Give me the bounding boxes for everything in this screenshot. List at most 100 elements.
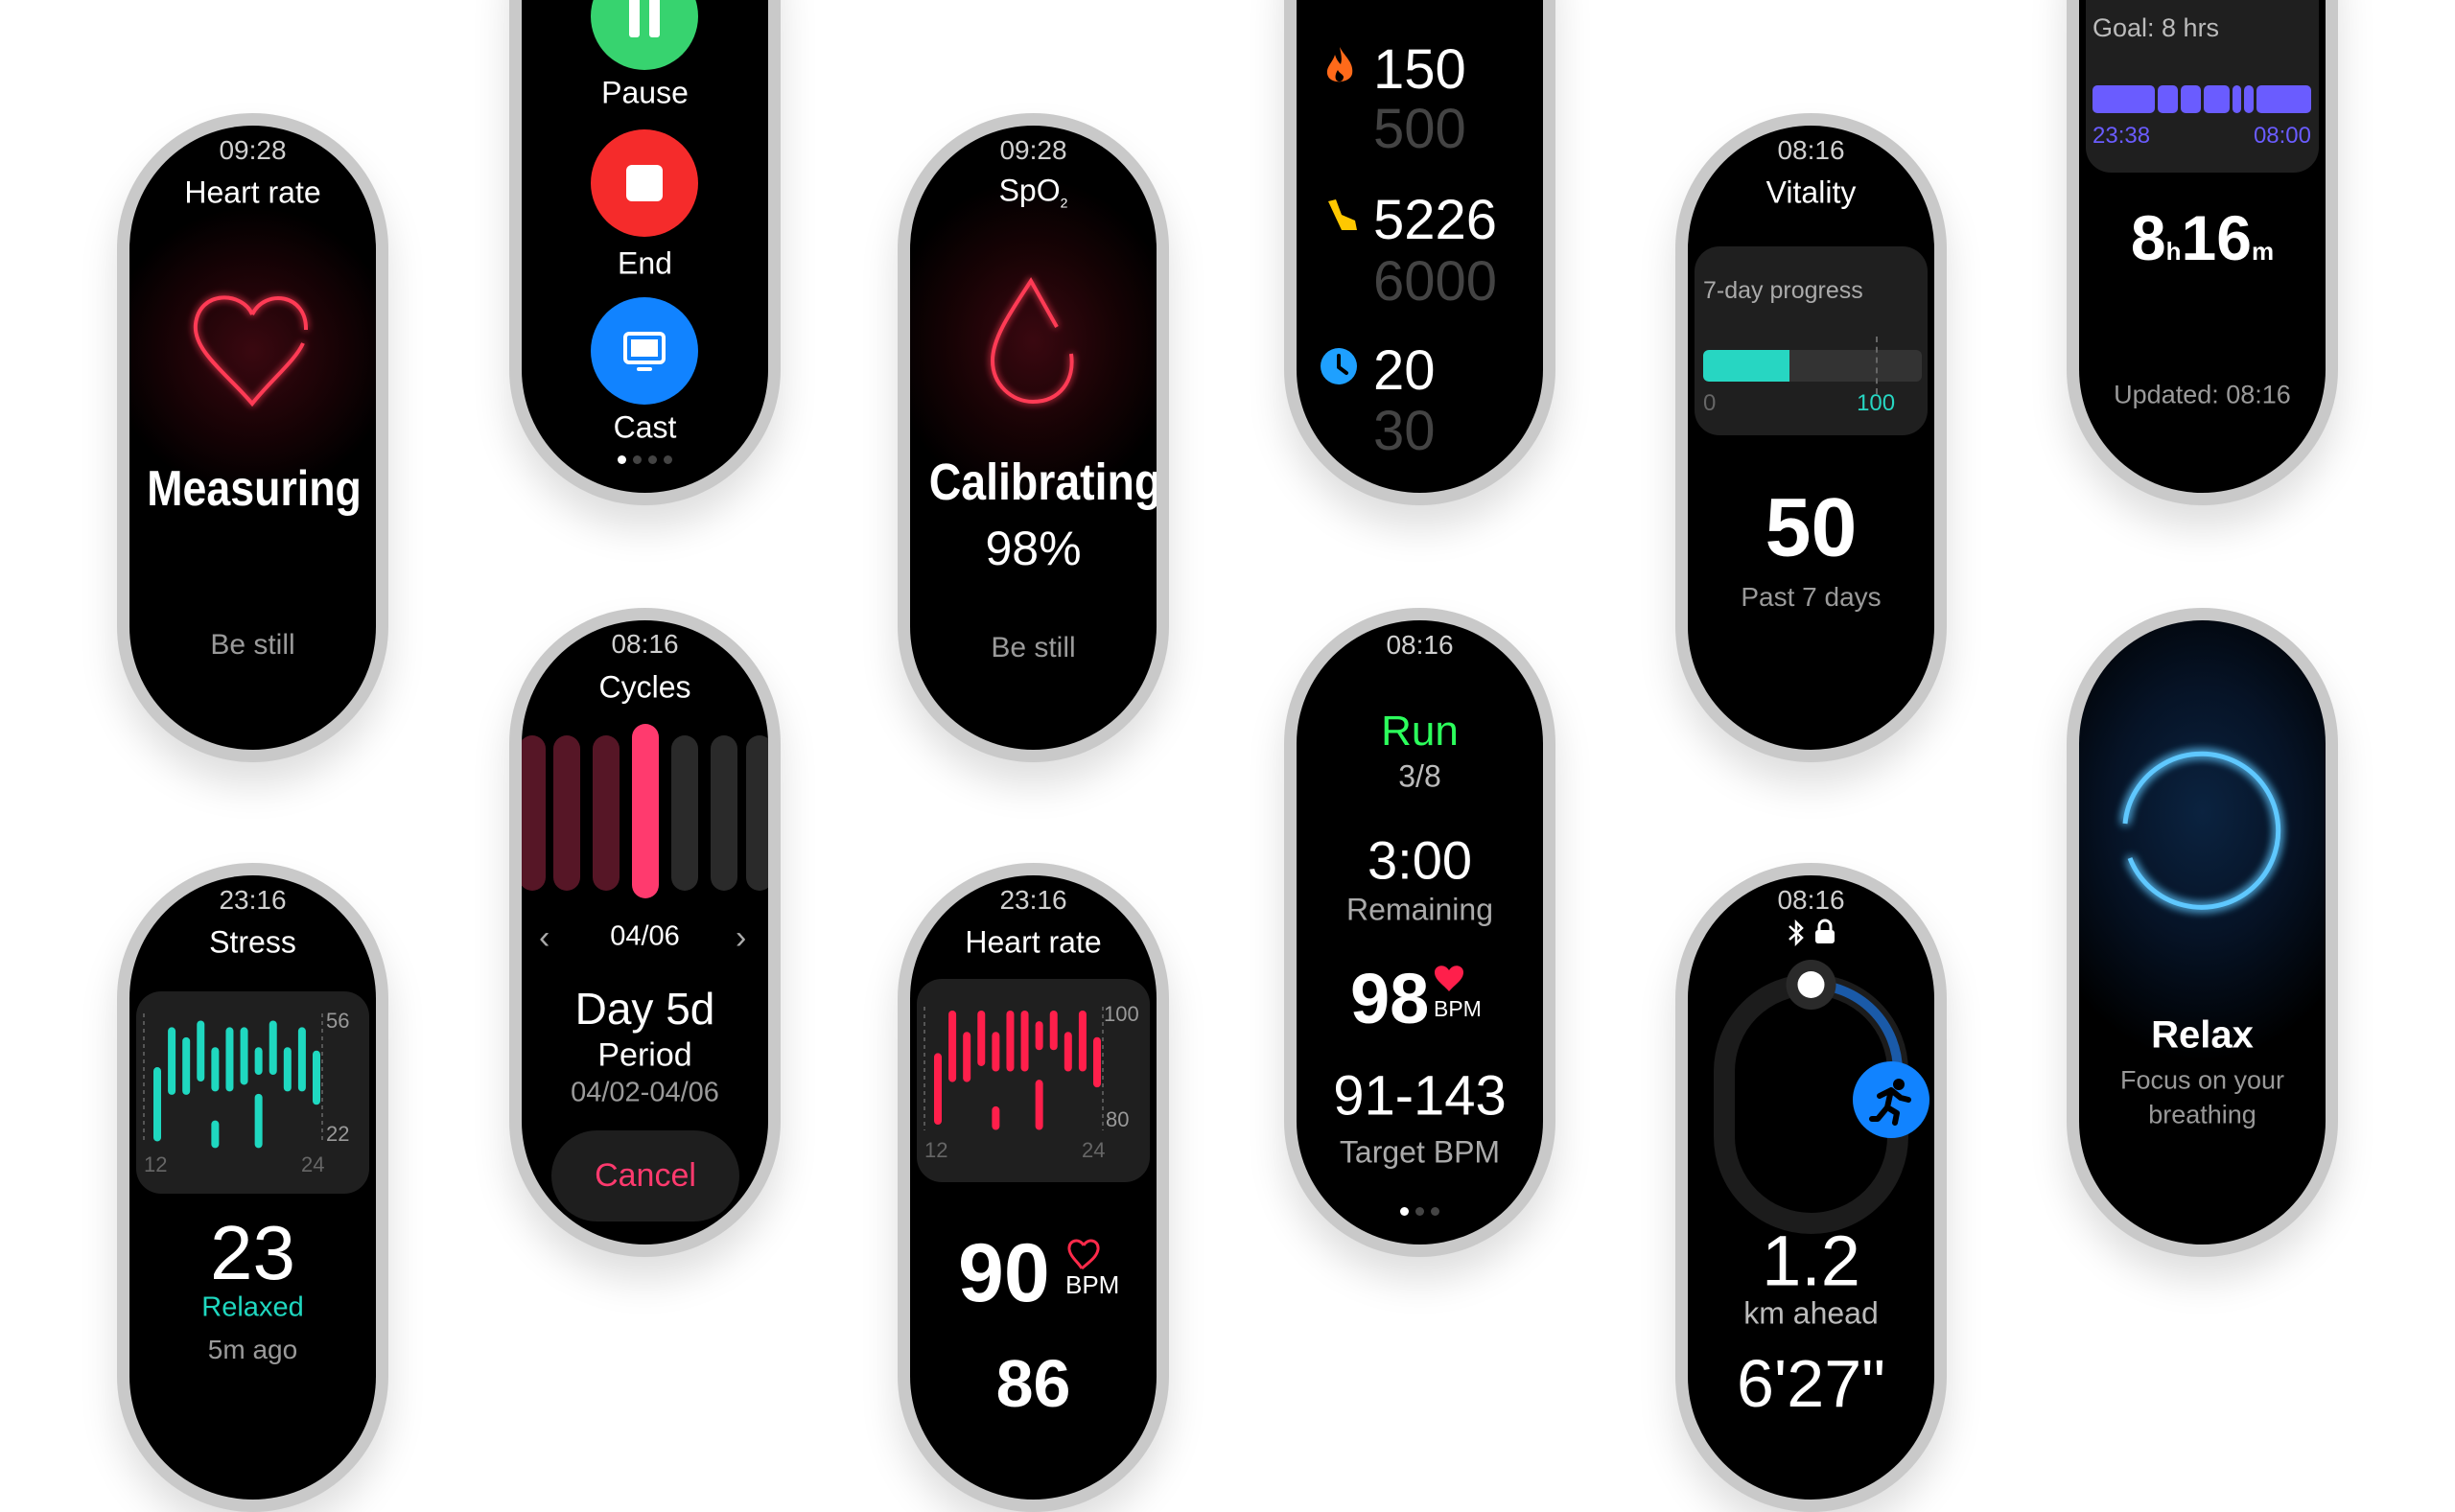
page-indicator: [1297, 1207, 1543, 1216]
active-minutes-goal: 30: [1373, 400, 1436, 462]
screen-title: Stress: [209, 924, 296, 960]
cancel-button[interactable]: Cancel: [551, 1130, 739, 1221]
sleep-stage-bar: [2093, 85, 2311, 113]
vitality-score: 50: [1765, 481, 1858, 574]
sleep-goal: Goal: 8 hrs: [2093, 13, 2220, 42]
y-min-label: 22: [326, 1122, 350, 1146]
sleep-stage-segment: [2093, 85, 2155, 113]
end-label: End: [618, 245, 672, 281]
workout-controls-band: Pause End Cast: [509, 0, 781, 505]
relax-title: Relax: [2151, 1013, 2254, 1057]
progress-card: 7-day progress 0 100: [1695, 246, 1928, 435]
sleep-start: 23:38: [2093, 123, 2151, 149]
cycle-day-bar[interactable]: [553, 735, 580, 891]
activity-screen: 150 500 5226 6000 20 30: [1297, 0, 1543, 493]
page-dot[interactable]: [618, 455, 626, 464]
pace-screen: 08:16 1.2 km ahead 6'27": [1688, 875, 1934, 1500]
heart-icon: [1067, 1239, 1100, 1270]
sleep-stage-segment: [2244, 85, 2254, 113]
stress-value: 23: [210, 1210, 295, 1295]
calories-value: 150: [1373, 38, 1466, 101]
cycle-day-bar[interactable]: [593, 735, 620, 891]
heart-rate-chart-band: 23:16 Heart rate 100 80 12 24 90 BPM 86: [898, 863, 1169, 1512]
relax-band: Relax Focus on your breathing: [2067, 608, 2338, 1257]
target-label: Target BPM: [1339, 1134, 1501, 1170]
clock-time: 09:28: [219, 135, 287, 165]
stress-band: 23:16 Stress 56 22 12 24 23 Relaxed 5m a…: [117, 863, 388, 1512]
x-end-label: 24: [1082, 1138, 1106, 1162]
heart-rate-chart-screen: 23:16 Heart rate 100 80 12 24 90 BPM 86: [910, 875, 1157, 1500]
updated-time: Updated: 08:16: [2114, 380, 2291, 409]
heart-icon: [1435, 965, 1463, 991]
y-max-label: 56: [326, 1009, 350, 1033]
heart-rate-measure-band: 09:28 Heart rate Measuring Be still: [117, 113, 388, 762]
cycle-day-bar[interactable]: [522, 735, 546, 891]
next-day-button[interactable]: ›: [736, 919, 746, 957]
cast-button[interactable]: [591, 297, 698, 405]
steps-value: 5226: [1373, 189, 1498, 251]
pace-value: 6'27": [1736, 1346, 1885, 1421]
pace-band: 08:16 1.2 km ahead 6'27": [1675, 863, 1947, 1512]
cycle-day-bar[interactable]: [671, 735, 698, 891]
breathing-ring: [2122, 751, 2281, 910]
x-start-label: 12: [144, 1152, 168, 1176]
sleep-stage-segment: [2157, 85, 2178, 113]
bpm-unit: BPM: [1434, 996, 1482, 1021]
page-indicator: [522, 455, 768, 464]
end-button[interactable]: [591, 129, 698, 237]
clock-time: 23:16: [999, 885, 1067, 915]
run-interval-screen: 08:16 Run 3/8 3:00 Remaining 98 BPM 91-1…: [1297, 620, 1543, 1244]
sleep-card: Goal: 8 hrs 23:38 08:00: [2086, 0, 2319, 173]
progress-track: [1703, 337, 1922, 394]
relax-instruction-line2: breathing: [2148, 1100, 2256, 1129]
clock-time: 08:16: [1777, 135, 1845, 165]
cycle-day-bar-selected[interactable]: [632, 724, 659, 898]
progress-fill: [1703, 350, 1790, 382]
flame-icon: [1326, 47, 1353, 82]
activity-band: 150 500 5226 6000 20 30: [1284, 0, 1555, 505]
caption: Past 7 days: [1741, 582, 1882, 612]
y-min-label: 80: [1106, 1107, 1130, 1131]
cycle-day-bar[interactable]: [711, 735, 737, 891]
sleep-stage-segment: [2203, 85, 2230, 113]
relax-instruction-line1: Focus on your: [2119, 1065, 2285, 1095]
page-dot[interactable]: [648, 455, 657, 464]
target-range: 91-143: [1333, 1064, 1507, 1128]
remaining-value: 3:00: [1368, 829, 1472, 891]
min-label: 0: [1703, 390, 1717, 416]
bpm-unit: BPM: [1065, 1270, 1120, 1299]
pause-button[interactable]: [591, 0, 698, 70]
page-dot[interactable]: [1431, 1207, 1439, 1216]
heart-rate-measure-screen: 09:28 Heart rate Measuring Be still: [129, 126, 376, 750]
stress-level: Relaxed: [201, 1291, 304, 1323]
card-label: 7-day progress: [1703, 277, 1863, 304]
pause-label: Pause: [601, 75, 689, 110]
cycle-day-bars: [522, 620, 768, 908]
cycles-screen: 08:16 Cycles ‹ 04/06 › Day 5d Period 04/…: [522, 620, 768, 1244]
page-dot[interactable]: [1400, 1207, 1409, 1216]
calibration-progress: 98%: [985, 522, 1082, 575]
sleep-end: 08:00: [2253, 123, 2311, 149]
vitality-screen: 08:16 Vitality 7-day progress 0 100 50 P…: [1688, 126, 1934, 750]
sleep-screen: Goal: 8 hrs 23:38 08:00 8h16m Updated: 0…: [2079, 0, 2326, 493]
workout-controls-screen: Pause End Cast: [522, 0, 768, 493]
clock-time: 08:16: [1386, 630, 1454, 660]
remaining-label: Remaining: [1346, 892, 1493, 927]
spo2-screen: 09:28 SpO2 Calibrating 98% Be still: [910, 126, 1157, 750]
page-dot[interactable]: [1415, 1207, 1424, 1216]
measured-ago: 5m ago: [207, 1335, 298, 1364]
spo2-band: 09:28 SpO2 Calibrating 98% Be still: [898, 113, 1169, 762]
cycle-day-bar[interactable]: [746, 735, 768, 891]
clock-time: 23:16: [219, 885, 287, 915]
distance-label: km ahead: [1743, 1295, 1879, 1331]
stress-chart-card: 56 22 12 24: [136, 991, 369, 1194]
stress-screen: 23:16 Stress 56 22 12 24 23 Relaxed 5m a…: [129, 875, 376, 1500]
relax-screen: Relax Focus on your breathing: [2079, 620, 2326, 1244]
page-dot[interactable]: [664, 455, 672, 464]
page-dot[interactable]: [633, 455, 642, 464]
cycle-phase: Period: [597, 1036, 692, 1074]
sleep-stage-segment: [2256, 85, 2311, 113]
x-start-label: 12: [924, 1138, 948, 1162]
screen-title: SpO2: [998, 173, 1068, 211]
user-position-dot: [1797, 971, 1825, 998]
